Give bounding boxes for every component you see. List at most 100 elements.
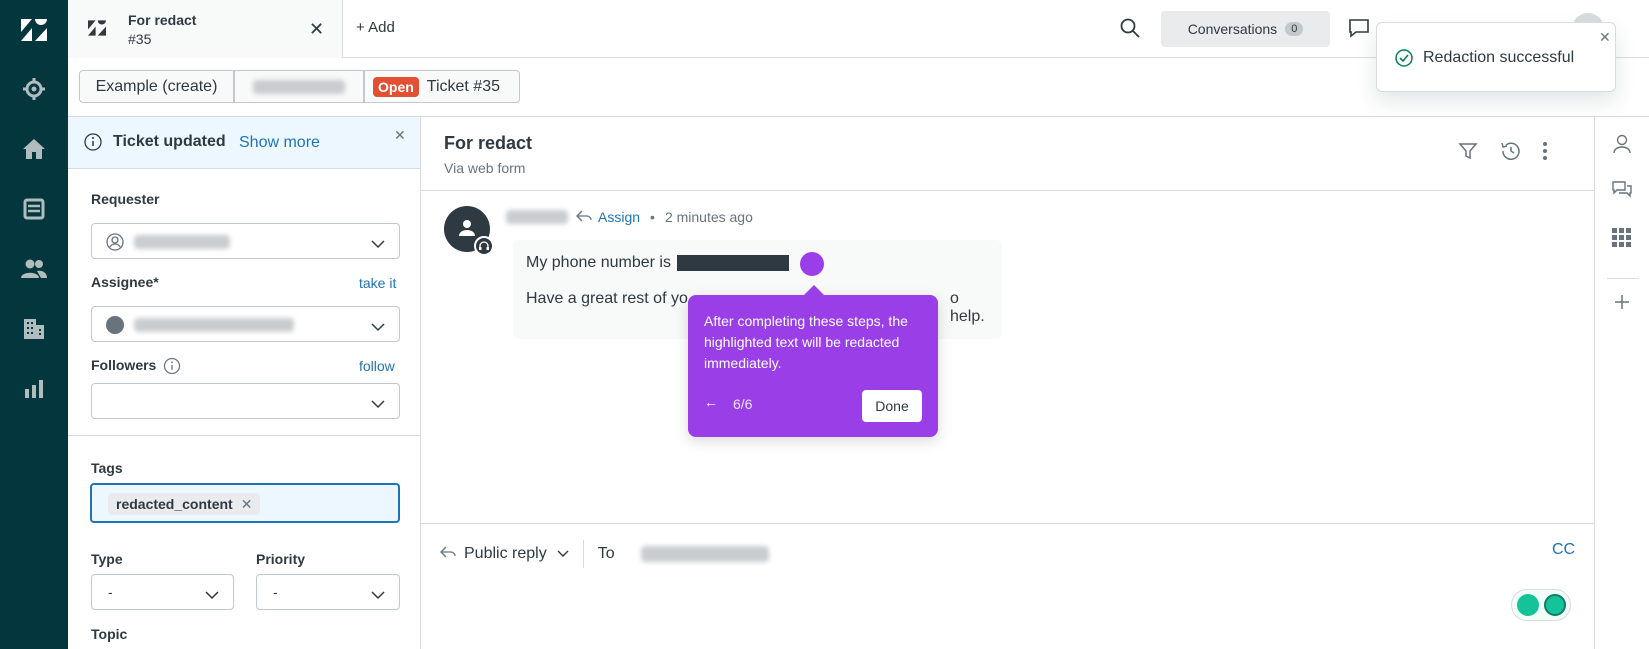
- user-profile-icon[interactable]: [1611, 133, 1633, 158]
- close-tab-icon[interactable]: ✕: [309, 19, 324, 40]
- remove-tag-icon[interactable]: ✕: [241, 496, 253, 513]
- views-icon[interactable]: [21, 196, 47, 222]
- plus-icon[interactable]: [1613, 293, 1631, 314]
- redacted-assignee: [134, 318, 294, 332]
- gear-icon[interactable]: [21, 76, 47, 102]
- close-toast-icon[interactable]: ✕: [1599, 29, 1611, 46]
- follow-link[interactable]: follow: [359, 358, 395, 374]
- apps-grid-icon[interactable]: [1611, 227, 1631, 250]
- chevron-down-icon: [371, 587, 385, 603]
- redacted-author-name: [506, 210, 568, 224]
- chat-bubble-icon[interactable]: [1348, 18, 1370, 41]
- panel-divider: [68, 435, 420, 436]
- success-toast: Redaction successful ✕: [1376, 22, 1616, 92]
- organizations-icon[interactable]: [21, 316, 47, 342]
- chevron-down-icon: [371, 396, 385, 412]
- tooltip-step-counter: 6/6: [733, 396, 753, 412]
- cc-link[interactable]: CC: [1552, 541, 1575, 559]
- ticket-properties-panel: Ticket updated Show more ✕ Requester Ass…: [68, 117, 421, 649]
- close-notice-icon[interactable]: ✕: [394, 127, 406, 144]
- redacted-phone-number: [676, 255, 789, 271]
- history-icon[interactable]: [1499, 141, 1521, 164]
- type-value: -: [108, 584, 113, 600]
- breadcrumb-requester[interactable]: [234, 70, 364, 103]
- tag-label: redacted_content: [116, 496, 233, 512]
- requester-select[interactable]: [91, 223, 400, 259]
- priority-select[interactable]: -: [256, 574, 400, 610]
- check-circle-icon: [1395, 49, 1413, 70]
- priority-label: Priority: [256, 551, 306, 567]
- reply-separator: [582, 540, 584, 568]
- comment-text-2-start: Have a great rest of yo: [526, 290, 688, 307]
- take-it-link[interactable]: take it: [359, 275, 396, 291]
- filter-icon[interactable]: [1458, 141, 1478, 164]
- breadcrumb-organization[interactable]: Example (create): [79, 70, 234, 103]
- done-button[interactable]: Done: [862, 390, 922, 422]
- tab-title: For redact: [128, 12, 197, 28]
- left-nav-rail: [0, 0, 68, 649]
- status-badge: Open: [373, 76, 419, 97]
- zendesk-tab-icon: [88, 20, 106, 39]
- tags-label: Tags: [91, 460, 123, 476]
- customers-icon[interactable]: [21, 256, 47, 282]
- ticket-tab[interactable]: For redact #35 ✕: [68, 0, 343, 58]
- ticket-title: For redact: [444, 133, 533, 153]
- topic-label: Topic: [91, 626, 128, 642]
- guide-tooltip: After completing these steps, the highli…: [688, 285, 938, 437]
- comment-text-2-end: o help.: [950, 290, 985, 325]
- conversation-pane: For redact Via web form Assign • 2 minut…: [421, 117, 1594, 649]
- ticket-updated-notice: Ticket updated Show more ✕: [68, 117, 420, 169]
- followers-info-icon[interactable]: [163, 357, 181, 378]
- chevron-down-icon: [371, 319, 385, 335]
- plus-icon: +: [356, 19, 365, 36]
- zendesk-logo-icon[interactable]: [21, 17, 47, 43]
- redacted-recipient[interactable]: [640, 546, 769, 562]
- comment-line-1: My phone number is: [526, 254, 789, 272]
- back-arrow-icon[interactable]: ←: [704, 394, 718, 410]
- followers-select[interactable]: [91, 383, 400, 419]
- agent-avatar[interactable]: [444, 206, 494, 256]
- assignee-select[interactable]: [91, 306, 400, 342]
- type-select[interactable]: -: [91, 574, 234, 610]
- meta-separator: •: [650, 209, 655, 225]
- priority-value: -: [273, 584, 278, 600]
- rail-divider: [1607, 278, 1639, 279]
- redacted-requester-name: [253, 79, 345, 94]
- grammarly-logo-icon[interactable]: [1544, 594, 1566, 616]
- comment-text-1: My phone number is: [526, 254, 671, 271]
- conversations-label: Conversations: [1187, 21, 1278, 37]
- chevron-down-icon: [371, 236, 385, 252]
- comment-time: 2 minutes ago: [664, 209, 753, 225]
- ticket-header: For redact Via web form: [421, 117, 1594, 191]
- breadcrumb-ticket-label: Ticket #35: [426, 77, 500, 95]
- home-icon[interactable]: [21, 136, 47, 162]
- chevron-down-icon[interactable]: [557, 545, 569, 563]
- breadcrumb-org-label: Example (create): [95, 77, 218, 95]
- to-label: To: [597, 545, 615, 562]
- grammarly-lightbulb-icon[interactable]: [1517, 594, 1539, 616]
- info-icon: [84, 133, 102, 154]
- grammarly-widget[interactable]: [1511, 589, 1571, 621]
- conversations-button[interactable]: Conversations 0: [1161, 11, 1330, 47]
- tags-input[interactable]: redacted_content ✕: [90, 483, 400, 523]
- tab-subtitle: #35: [128, 31, 152, 47]
- reporting-icon[interactable]: [21, 376, 47, 402]
- guide-beacon-dot: [800, 252, 824, 276]
- reply-divider: [421, 523, 1594, 524]
- conversations-icon[interactable]: [1611, 179, 1633, 204]
- assignee-avatar: [106, 316, 124, 334]
- user-circle-icon: [106, 233, 124, 254]
- agent-headset-icon: [474, 236, 494, 256]
- add-label: Add: [368, 19, 395, 36]
- notice-title: Ticket updated: [113, 133, 226, 150]
- breadcrumb-ticket[interactable]: Open Ticket #35: [364, 70, 520, 103]
- show-more-link[interactable]: Show more: [239, 134, 320, 152]
- ticket-channel: Via web form: [444, 160, 526, 176]
- search-icon[interactable]: [1120, 18, 1140, 41]
- assignee-label: Assignee*: [91, 274, 159, 290]
- reply-mode-dropdown[interactable]: Public reply: [464, 545, 547, 563]
- assign-link[interactable]: Assign: [598, 209, 640, 225]
- more-options-icon[interactable]: [1542, 141, 1548, 164]
- add-tab-button[interactable]: + Add: [356, 19, 395, 36]
- requester-label: Requester: [91, 191, 160, 207]
